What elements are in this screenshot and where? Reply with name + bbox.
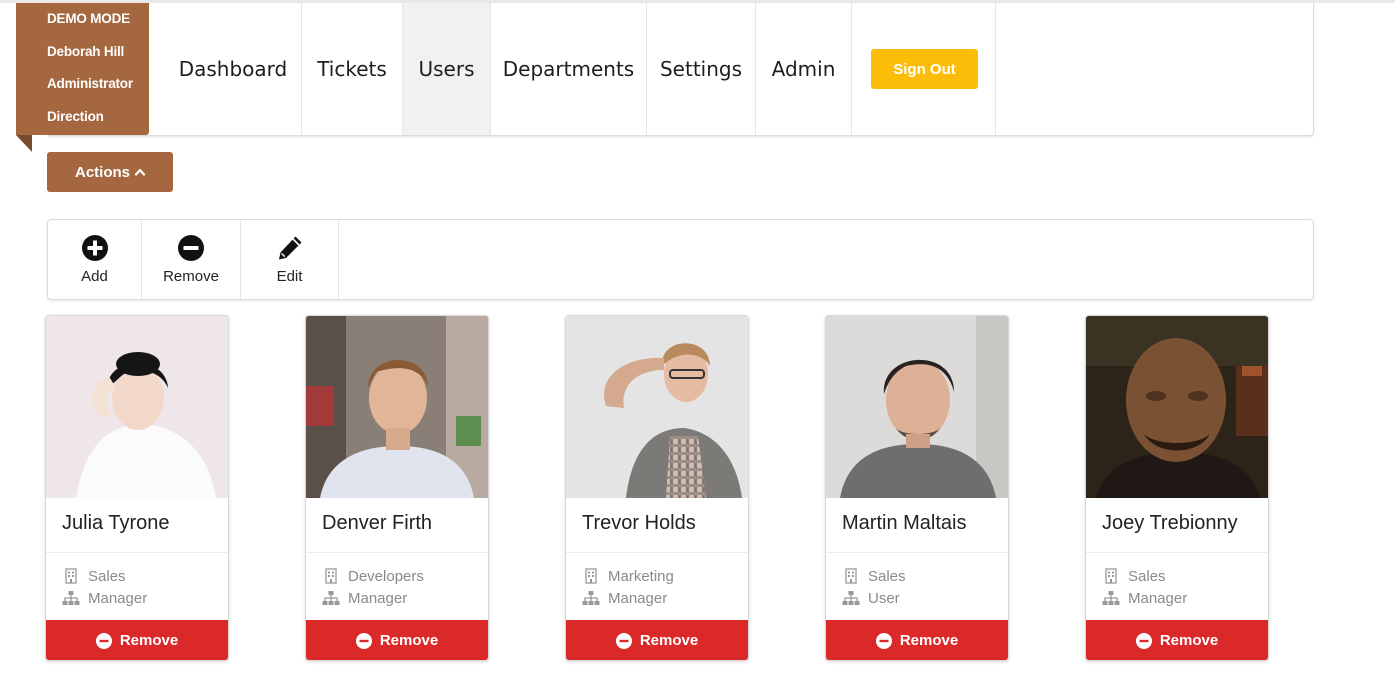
user-name: Martin Maltais bbox=[842, 512, 967, 534]
role-label: Manager bbox=[608, 589, 668, 607]
sitemap-icon bbox=[322, 591, 340, 605]
demo-user-name: Deborah Hill bbox=[47, 43, 125, 59]
user-role: Manager bbox=[62, 589, 147, 607]
card-divider bbox=[46, 552, 228, 553]
role-label: Manager bbox=[1128, 589, 1188, 607]
add-label: Add bbox=[81, 268, 108, 285]
department-label: Sales bbox=[88, 567, 126, 585]
actions-button[interactable]: Actions bbox=[47, 152, 173, 192]
edit-label: Edit bbox=[276, 268, 303, 285]
demo-mode-label: DEMO MODE bbox=[47, 11, 130, 26]
building-icon bbox=[1105, 568, 1117, 584]
department-label: Developers bbox=[348, 567, 424, 585]
user-role: Manager bbox=[582, 589, 667, 607]
user-toolbar: Add Remove Edit bbox=[47, 219, 1314, 300]
nav-departments[interactable]: Departments bbox=[491, 3, 647, 135]
sitemap-icon bbox=[842, 591, 860, 605]
user-photo bbox=[46, 316, 228, 498]
actions-label: Actions bbox=[74, 163, 130, 181]
minus-circle-icon bbox=[1135, 632, 1152, 649]
role-label: User bbox=[868, 589, 900, 607]
user-card[interactable]: Trevor Holds Marketing Manager Remove bbox=[565, 315, 749, 661]
user-card[interactable]: Julia Tyrone Sales Manager Remove bbox=[45, 315, 229, 661]
user-card[interactable]: Joey Trebionny Sales Manager Remove bbox=[1085, 315, 1269, 661]
card-divider bbox=[826, 552, 1008, 553]
card-divider bbox=[566, 552, 748, 553]
sitemap-icon bbox=[1102, 591, 1120, 605]
minus-circle-icon bbox=[95, 632, 112, 649]
nav-users[interactable]: Users bbox=[403, 3, 491, 135]
user-department: Sales bbox=[842, 567, 906, 585]
main-navbar: Dashboard Tickets Users Departments Sett… bbox=[47, 3, 1314, 136]
user-department: Sales bbox=[62, 567, 126, 585]
department-label: Marketing bbox=[608, 567, 674, 585]
building-icon bbox=[325, 568, 337, 584]
user-name: Joey Trebionny bbox=[1102, 512, 1238, 534]
card-divider bbox=[306, 552, 488, 553]
sign-out-button[interactable]: Sign Out bbox=[871, 49, 978, 89]
ribbon-fold bbox=[16, 135, 32, 152]
user-photo bbox=[306, 316, 488, 498]
minus-circle-icon bbox=[875, 632, 892, 649]
nav-settings[interactable]: Settings bbox=[647, 3, 756, 135]
remove-user-button[interactable]: Remove bbox=[1086, 620, 1268, 660]
remove-user-button[interactable]: Remove bbox=[142, 220, 241, 299]
remove-label: Remove bbox=[163, 268, 219, 285]
user-name: Trevor Holds bbox=[582, 512, 696, 534]
sitemap-icon bbox=[582, 591, 600, 605]
user-role: User bbox=[842, 589, 900, 607]
user-role: Manager bbox=[322, 589, 407, 607]
minus-circle-icon bbox=[178, 235, 204, 261]
department-label: Sales bbox=[868, 567, 906, 585]
building-icon bbox=[585, 568, 597, 584]
remove-user-button[interactable]: Remove bbox=[306, 620, 488, 660]
nav-tickets[interactable]: Tickets bbox=[302, 3, 403, 135]
demo-user-department: Direction bbox=[47, 108, 104, 124]
chevron-up-icon bbox=[135, 168, 145, 176]
building-icon bbox=[65, 568, 77, 584]
card-divider bbox=[1086, 552, 1268, 553]
remove-label: Remove bbox=[899, 632, 959, 649]
user-department: Marketing bbox=[582, 567, 674, 585]
user-card[interactable]: Martin Maltais Sales User Remove bbox=[825, 315, 1009, 661]
user-department: Developers bbox=[322, 567, 424, 585]
pencil-icon bbox=[278, 236, 301, 260]
user-photo bbox=[826, 316, 1008, 498]
remove-user-button[interactable]: Remove bbox=[46, 620, 228, 660]
minus-circle-icon bbox=[615, 632, 632, 649]
user-name: Julia Tyrone bbox=[62, 512, 170, 534]
remove-label: Remove bbox=[1159, 632, 1219, 649]
user-name: Denver Firth bbox=[322, 512, 433, 534]
edit-user-button[interactable]: Edit bbox=[241, 220, 339, 299]
user-card[interactable]: Denver Firth Developers Manager Remove bbox=[305, 315, 489, 661]
nav-admin[interactable]: Admin bbox=[756, 3, 852, 135]
user-photo bbox=[1086, 316, 1268, 498]
user-role: Manager bbox=[1102, 589, 1187, 607]
minus-circle-icon bbox=[355, 632, 372, 649]
remove-label: Remove bbox=[119, 632, 179, 649]
demo-user-role: Administrator bbox=[47, 76, 133, 91]
user-department: Sales bbox=[1102, 567, 1166, 585]
role-label: Manager bbox=[88, 589, 148, 607]
sitemap-icon bbox=[62, 591, 80, 605]
remove-user-button[interactable]: Remove bbox=[826, 620, 1008, 660]
building-icon bbox=[845, 568, 857, 584]
demo-ribbon: DEMO MODE Deborah Hill Administrator Dir… bbox=[16, 3, 149, 135]
remove-label: Remove bbox=[379, 632, 439, 649]
nav-dashboard[interactable]: Dashboard bbox=[165, 3, 302, 135]
add-user-button[interactable]: Add bbox=[48, 220, 142, 299]
remove-user-button[interactable]: Remove bbox=[566, 620, 748, 660]
remove-label: Remove bbox=[639, 632, 699, 649]
role-label: Manager bbox=[348, 589, 408, 607]
user-photo bbox=[566, 316, 748, 498]
department-label: Sales bbox=[1128, 567, 1166, 585]
plus-circle-icon bbox=[81, 235, 108, 261]
